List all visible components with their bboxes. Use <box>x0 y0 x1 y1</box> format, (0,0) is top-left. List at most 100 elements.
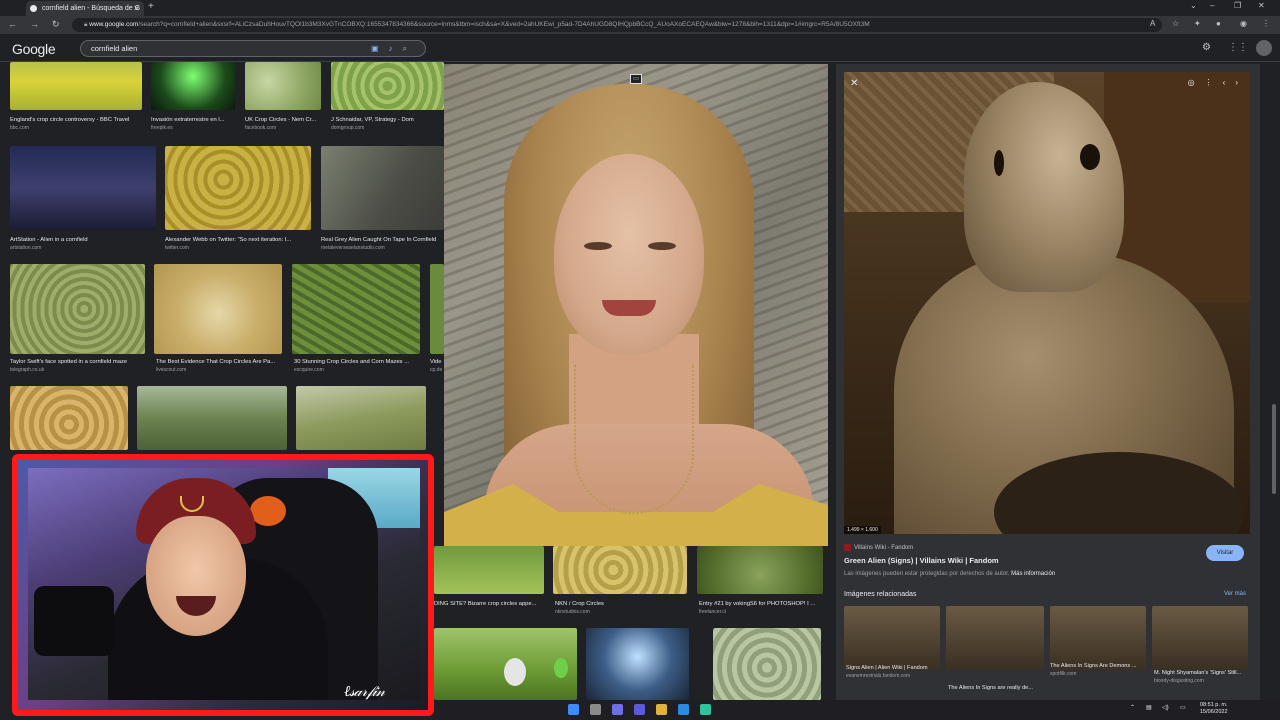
grid-caption-9[interactable]: The Best Evidence That Crop Circles Are … <box>156 358 284 366</box>
picture-in-picture-icon[interactable]: ▭ <box>630 74 642 84</box>
maximize-icon[interactable]: ❐ <box>1234 1 1241 10</box>
reload-icon[interactable]: ↻ <box>52 19 60 30</box>
grid-image-18[interactable] <box>434 628 577 700</box>
grid-image-19[interactable] <box>586 628 689 700</box>
file-explorer-icon[interactable] <box>656 704 667 715</box>
url-path: /search?q=cornfield+alien&sxsrf=ALiCzsaD… <box>138 21 870 28</box>
grid-image-9[interactable] <box>154 264 282 354</box>
chevron-down-icon[interactable]: ⌄ <box>1190 1 1197 10</box>
more-info-link[interactable]: Más información <box>1011 571 1055 577</box>
extensions-icon[interactable]: ✦ <box>1194 19 1201 28</box>
grid-caption-3[interactable]: UK Crop Circles - Nem Cr... <box>245 116 325 124</box>
close-window-icon[interactable]: ✕ <box>1258 1 1265 10</box>
signature-logo: ℓ𝓈𝒶𝓇𝒻𝒾𝓃 <box>344 682 385 700</box>
grid-caption-6[interactable]: Alexander Webb on Twitter: "So next iter… <box>165 236 313 244</box>
back-icon[interactable]: ← <box>8 19 17 29</box>
address-bar[interactable]: 🔒︎ www.google.com/search?q=cornfield+ali… <box>72 18 1162 32</box>
grid-image-6[interactable] <box>165 146 311 230</box>
windows-start-icon[interactable] <box>568 704 579 715</box>
task-view-icon[interactable] <box>612 704 623 715</box>
image-preview-panel: ✕ ◎⋮‹› 1.499 × 1.600 Villains Wiki - Fan… <box>836 64 1260 700</box>
grid-image-8[interactable] <box>10 264 145 354</box>
related-image-1[interactable] <box>844 606 940 670</box>
grid-caption-1[interactable]: England's crop circle controversy - BBC … <box>10 116 144 124</box>
search-query: cornfield alien <box>91 44 138 53</box>
grid-image-10[interactable] <box>292 264 420 354</box>
related-caption-4[interactable]: M. Night Shyamalan's 'Signs' Still... <box>1154 670 1254 677</box>
volume-icon[interactable]: ◁) <box>1162 704 1169 711</box>
related-caption-2[interactable]: The Aliens In Signs are really de... <box>948 685 1048 692</box>
grid-image-14[interactable] <box>296 386 426 450</box>
taskbar-clock[interactable]: 08:51 p. m. 15/06/2022 <box>1200 702 1228 716</box>
settings-gear-icon[interactable]: ⚙ <box>1202 42 1211 53</box>
preview-image[interactable] <box>844 72 1250 534</box>
bookmark-star-icon[interactable]: ☆ <box>1172 19 1179 28</box>
grid-caption-5[interactable]: ArtStation - Alien in a cornfield <box>10 236 160 244</box>
menu-dots-icon[interactable]: ⋮ <box>1262 19 1270 28</box>
grid-caption-8[interactable]: Taylor Swift's face spotted in a cornfie… <box>10 358 150 366</box>
related-caption-3[interactable]: The Aliens In Signs Are Demons ... <box>1050 663 1150 670</box>
related-image-2[interactable] <box>946 606 1044 670</box>
tab-search[interactable]: cornfield alien - Búsqueda de G ✕ <box>26 1 144 16</box>
profile-avatar-icon[interactable]: ◉ <box>1240 19 1247 28</box>
grid-caption-4[interactable]: J Schnaidar, VP, Strategy - Dom <box>331 116 444 124</box>
profile-icon[interactable]: ● <box>1216 19 1221 28</box>
grid-image-2[interactable] <box>151 62 235 110</box>
preview-source[interactable]: Villains Wiki - Fandom <box>844 544 913 551</box>
network-icon[interactable]: ▤ <box>1146 704 1152 711</box>
grid-image-7[interactable] <box>321 146 444 230</box>
preview-title[interactable]: Green Alien (Signs) | Villains Wiki | Fa… <box>844 556 999 565</box>
grid-image-17[interactable] <box>697 546 823 594</box>
camera-search-icon[interactable]: ▣ <box>371 44 389 53</box>
cougar-logo-icon <box>250 496 286 526</box>
next-image-icon[interactable]: › <box>1235 78 1248 87</box>
teams-icon[interactable] <box>634 704 645 715</box>
more-options-icon[interactable]: ⋮ <box>1205 78 1223 87</box>
notification-icon[interactable]: ▭ <box>1180 704 1186 711</box>
grid-image-13[interactable] <box>137 386 287 450</box>
grid-image-5[interactable] <box>10 146 156 230</box>
related-image-3[interactable] <box>1050 606 1146 670</box>
google-logo[interactable]: Google <box>12 41 56 57</box>
visit-button[interactable]: Visitar <box>1206 545 1244 561</box>
grid-image-12[interactable] <box>10 386 128 450</box>
grid-image-11[interactable] <box>430 264 444 354</box>
chevron-up-icon[interactable]: ⌃ <box>1130 704 1135 711</box>
close-tab-icon[interactable]: ✕ <box>133 1 140 16</box>
close-preview-icon[interactable]: ✕ <box>850 78 858 89</box>
account-avatar[interactable] <box>1256 40 1272 56</box>
grid-caption-7[interactable]: Real Grey Alien Caught On Tape In Cornfi… <box>321 236 444 244</box>
previous-image-icon[interactable]: ‹ <box>1223 78 1236 87</box>
see-more-link[interactable]: Ver más <box>1224 591 1246 597</box>
scrollbar-thumb[interactable] <box>1272 404 1276 494</box>
new-tab-icon[interactable]: + <box>148 1 154 12</box>
app-icon[interactable] <box>700 704 711 715</box>
grid-caption-2[interactable]: Invasión extraterrestre en l... <box>151 116 237 124</box>
grid-image-1[interactable] <box>10 62 142 110</box>
page-scrollbar[interactable] <box>1270 64 1278 700</box>
grid-image-16[interactable] <box>553 546 687 594</box>
search-taskbar-icon[interactable] <box>590 704 601 715</box>
grid-caption-10[interactable]: 30 Stunning Crop Circles and Corn Mazes … <box>294 358 422 366</box>
screen: cornfield alien - Búsqueda de G ✕ + ⌄ – … <box>0 0 1280 720</box>
search-icon[interactable]: ⌕ <box>403 44 417 53</box>
grid-caption-11[interactable]: Vide <box>430 358 444 366</box>
grid-source-1: bbc.com <box>10 125 29 131</box>
forward-icon[interactable]: → <box>30 19 39 29</box>
grid-image-15[interactable] <box>434 546 544 594</box>
lens-search-icon[interactable]: ◎ <box>1188 78 1205 87</box>
grid-caption-17[interactable]: Entry #21 by vokingS6 for PHOTOSHOP! I .… <box>699 600 827 608</box>
related-caption-1[interactable]: Signs Alien | Alien Wiki | Fandom <box>846 665 946 672</box>
related-image-4[interactable] <box>1152 606 1248 670</box>
grid-image-4[interactable] <box>331 62 444 110</box>
search-input[interactable]: cornfield alien ▣♪⌕ <box>80 40 426 57</box>
grid-caption-15[interactable]: DING SITE? Bizarre crop circles appe... <box>434 600 546 608</box>
grid-image-20[interactable] <box>713 628 821 700</box>
grid-image-3[interactable] <box>245 62 321 110</box>
translate-icon[interactable]: A <box>1150 19 1155 28</box>
apps-grid-icon[interactable]: ⋮⋮ <box>1228 42 1248 53</box>
edge-icon[interactable] <box>678 704 689 715</box>
grid-caption-16[interactable]: NKN / Crop Circles <box>555 600 689 608</box>
mic-icon[interactable]: ♪ <box>389 44 403 53</box>
minimize-icon[interactable]: – <box>1210 1 1214 10</box>
